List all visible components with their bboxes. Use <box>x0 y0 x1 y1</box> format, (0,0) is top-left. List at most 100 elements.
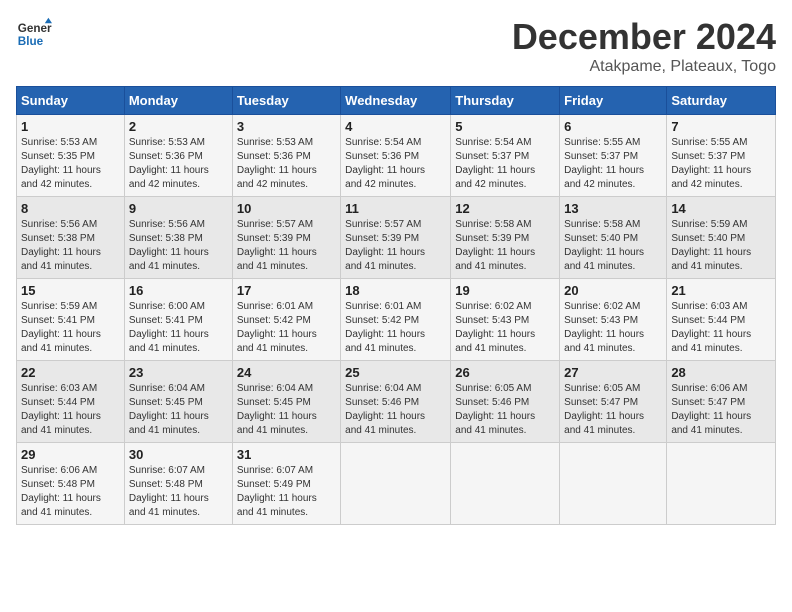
calendar-week-5: 29 Sunrise: 6:06 AM Sunset: 5:48 PM Dayli… <box>17 443 776 525</box>
title-block: December 2024 Atakpame, Plateaux, Togo <box>512 16 776 76</box>
day-info: Sunrise: 5:55 AM Sunset: 5:37 PM Dayligh… <box>671 136 771 192</box>
day-number: 25 <box>345 365 446 380</box>
day-number: 4 <box>345 119 446 134</box>
day-number: 7 <box>671 119 771 134</box>
calendar-cell: 31Sunrise: 6:07 AM Sunset: 5:49 PM Dayli… <box>232 443 340 525</box>
day-info: Sunrise: 5:59 AM Sunset: 5:41 PM Dayligh… <box>21 300 120 356</box>
calendar-cell <box>451 443 560 525</box>
calendar-cell: 12 Sunrise: 5:58 AM Sunset: 5:39 PM Dayli… <box>451 197 560 279</box>
calendar-cell <box>560 443 667 525</box>
day-info: Sunrise: 6:04 AM Sunset: 5:45 PM Dayligh… <box>237 382 336 438</box>
day-number: 27 <box>564 365 662 380</box>
column-header-tuesday: Tuesday <box>232 87 340 115</box>
day-number: 12 <box>455 201 555 216</box>
day-number: 20 <box>564 283 662 298</box>
day-number: 26 <box>455 365 555 380</box>
calendar-cell: 23Sunrise: 6:04 AM Sunset: 5:45 PM Dayli… <box>124 361 232 443</box>
calendar-cell <box>341 443 451 525</box>
day-info: Sunrise: 5:56 AM Sunset: 5:38 PM Dayligh… <box>129 218 228 274</box>
column-header-wednesday: Wednesday <box>341 87 451 115</box>
column-header-thursday: Thursday <box>451 87 560 115</box>
logo-icon: General Blue <box>16 16 52 52</box>
calendar-subtitle: Atakpame, Plateaux, Togo <box>512 58 776 76</box>
day-info: Sunrise: 5:57 AM Sunset: 5:39 PM Dayligh… <box>237 218 336 274</box>
day-info: Sunrise: 6:05 AM Sunset: 5:46 PM Dayligh… <box>455 382 555 438</box>
column-header-friday: Friday <box>560 87 667 115</box>
day-info: Sunrise: 6:02 AM Sunset: 5:43 PM Dayligh… <box>564 300 662 356</box>
calendar-table: SundayMondayTuesdayWednesdayThursdayFrid… <box>16 86 776 525</box>
day-info: Sunrise: 5:53 AM Sunset: 5:36 PM Dayligh… <box>129 136 228 192</box>
calendar-cell: 27 Sunrise: 6:05 AM Sunset: 5:47 PM Dayli… <box>560 361 667 443</box>
day-info: Sunrise: 6:06 AM Sunset: 5:47 PM Dayligh… <box>671 382 771 438</box>
day-number: 18 <box>345 283 446 298</box>
day-number: 9 <box>129 201 228 216</box>
calendar-cell: 29 Sunrise: 6:06 AM Sunset: 5:48 PM Dayli… <box>17 443 125 525</box>
calendar-cell: 14 Sunrise: 5:59 AM Sunset: 5:40 PM Dayli… <box>667 197 776 279</box>
day-info: Sunrise: 6:02 AM Sunset: 5:43 PM Dayligh… <box>455 300 555 356</box>
svg-text:General: General <box>18 22 52 35</box>
day-info: Sunrise: 6:01 AM Sunset: 5:42 PM Dayligh… <box>345 300 446 356</box>
day-number: 13 <box>564 201 662 216</box>
day-info: Sunrise: 6:04 AM Sunset: 5:46 PM Dayligh… <box>345 382 446 438</box>
day-number: 5 <box>455 119 555 134</box>
calendar-cell: 30Sunrise: 6:07 AM Sunset: 5:48 PM Dayli… <box>124 443 232 525</box>
calendar-cell: 4Sunrise: 5:54 AM Sunset: 5:36 PM Daylig… <box>341 115 451 197</box>
day-number: 29 <box>21 447 120 462</box>
day-number: 21 <box>671 283 771 298</box>
day-number: 19 <box>455 283 555 298</box>
calendar-week-4: 22 Sunrise: 6:03 AM Sunset: 5:44 PM Dayli… <box>17 361 776 443</box>
calendar-cell: 20 Sunrise: 6:02 AM Sunset: 5:43 PM Dayli… <box>560 279 667 361</box>
day-info: Sunrise: 5:55 AM Sunset: 5:37 PM Dayligh… <box>564 136 662 192</box>
calendar-cell: 1 Sunrise: 5:53 AM Sunset: 5:35 PM Daylig… <box>17 115 125 197</box>
day-info: Sunrise: 5:58 AM Sunset: 5:39 PM Dayligh… <box>455 218 555 274</box>
calendar-cell: 2 Sunrise: 5:53 AM Sunset: 5:36 PM Daylig… <box>124 115 232 197</box>
calendar-header: SundayMondayTuesdayWednesdayThursdayFrid… <box>17 87 776 115</box>
day-info: Sunrise: 6:04 AM Sunset: 5:45 PM Dayligh… <box>129 382 228 438</box>
calendar-cell: 24 Sunrise: 6:04 AM Sunset: 5:45 PM Dayli… <box>232 361 340 443</box>
day-number: 8 <box>21 201 120 216</box>
calendar-cell: 16 Sunrise: 6:00 AM Sunset: 5:41 PM Dayli… <box>124 279 232 361</box>
day-number: 17 <box>237 283 336 298</box>
calendar-cell: 18 Sunrise: 6:01 AM Sunset: 5:42 PM Dayli… <box>341 279 451 361</box>
calendar-cell: 9 Sunrise: 5:56 AM Sunset: 5:38 PM Daylig… <box>124 197 232 279</box>
calendar-cell: 8 Sunrise: 5:56 AM Sunset: 5:38 PM Daylig… <box>17 197 125 279</box>
calendar-cell: 5 Sunrise: 5:54 AM Sunset: 5:37 PM Daylig… <box>451 115 560 197</box>
day-info: Sunrise: 5:54 AM Sunset: 5:37 PM Dayligh… <box>455 136 555 192</box>
day-number: 16 <box>129 283 228 298</box>
day-number: 6 <box>564 119 662 134</box>
calendar-cell: 28Sunrise: 6:06 AM Sunset: 5:47 PM Dayli… <box>667 361 776 443</box>
day-info: Sunrise: 6:06 AM Sunset: 5:48 PM Dayligh… <box>21 464 120 520</box>
day-number: 31 <box>237 447 336 462</box>
day-number: 14 <box>671 201 771 216</box>
day-number: 2 <box>129 119 228 134</box>
column-header-saturday: Saturday <box>667 87 776 115</box>
calendar-cell: 10 Sunrise: 5:57 AM Sunset: 5:39 PM Dayli… <box>232 197 340 279</box>
day-number: 24 <box>237 365 336 380</box>
svg-text:Blue: Blue <box>18 35 44 48</box>
day-info: Sunrise: 6:03 AM Sunset: 5:44 PM Dayligh… <box>671 300 771 356</box>
day-info: Sunrise: 6:03 AM Sunset: 5:44 PM Dayligh… <box>21 382 120 438</box>
day-info: Sunrise: 6:05 AM Sunset: 5:47 PM Dayligh… <box>564 382 662 438</box>
calendar-cell: 11Sunrise: 5:57 AM Sunset: 5:39 PM Dayli… <box>341 197 451 279</box>
calendar-cell: 17Sunrise: 6:01 AM Sunset: 5:42 PM Dayli… <box>232 279 340 361</box>
calendar-cell: 22 Sunrise: 6:03 AM Sunset: 5:44 PM Dayli… <box>17 361 125 443</box>
day-number: 10 <box>237 201 336 216</box>
calendar-cell <box>667 443 776 525</box>
day-info: Sunrise: 5:59 AM Sunset: 5:40 PM Dayligh… <box>671 218 771 274</box>
day-info: Sunrise: 6:00 AM Sunset: 5:41 PM Dayligh… <box>129 300 228 356</box>
calendar-title: December 2024 <box>512 16 776 58</box>
day-number: 22 <box>21 365 120 380</box>
calendar-cell: 13Sunrise: 5:58 AM Sunset: 5:40 PM Dayli… <box>560 197 667 279</box>
logo: General Blue <box>16 16 52 52</box>
calendar-week-1: 1 Sunrise: 5:53 AM Sunset: 5:35 PM Daylig… <box>17 115 776 197</box>
day-number: 1 <box>21 119 120 134</box>
day-info: Sunrise: 5:53 AM Sunset: 5:35 PM Dayligh… <box>21 136 120 192</box>
day-number: 30 <box>129 447 228 462</box>
day-info: Sunrise: 5:56 AM Sunset: 5:38 PM Dayligh… <box>21 218 120 274</box>
day-number: 15 <box>21 283 120 298</box>
calendar-cell: 3Sunrise: 5:53 AM Sunset: 5:36 PM Daylig… <box>232 115 340 197</box>
day-info: Sunrise: 5:53 AM Sunset: 5:36 PM Dayligh… <box>237 136 336 192</box>
day-number: 11 <box>345 201 446 216</box>
calendar-cell: 25 Sunrise: 6:04 AM Sunset: 5:46 PM Dayli… <box>341 361 451 443</box>
calendar-cell: 7 Sunrise: 5:55 AM Sunset: 5:37 PM Daylig… <box>667 115 776 197</box>
